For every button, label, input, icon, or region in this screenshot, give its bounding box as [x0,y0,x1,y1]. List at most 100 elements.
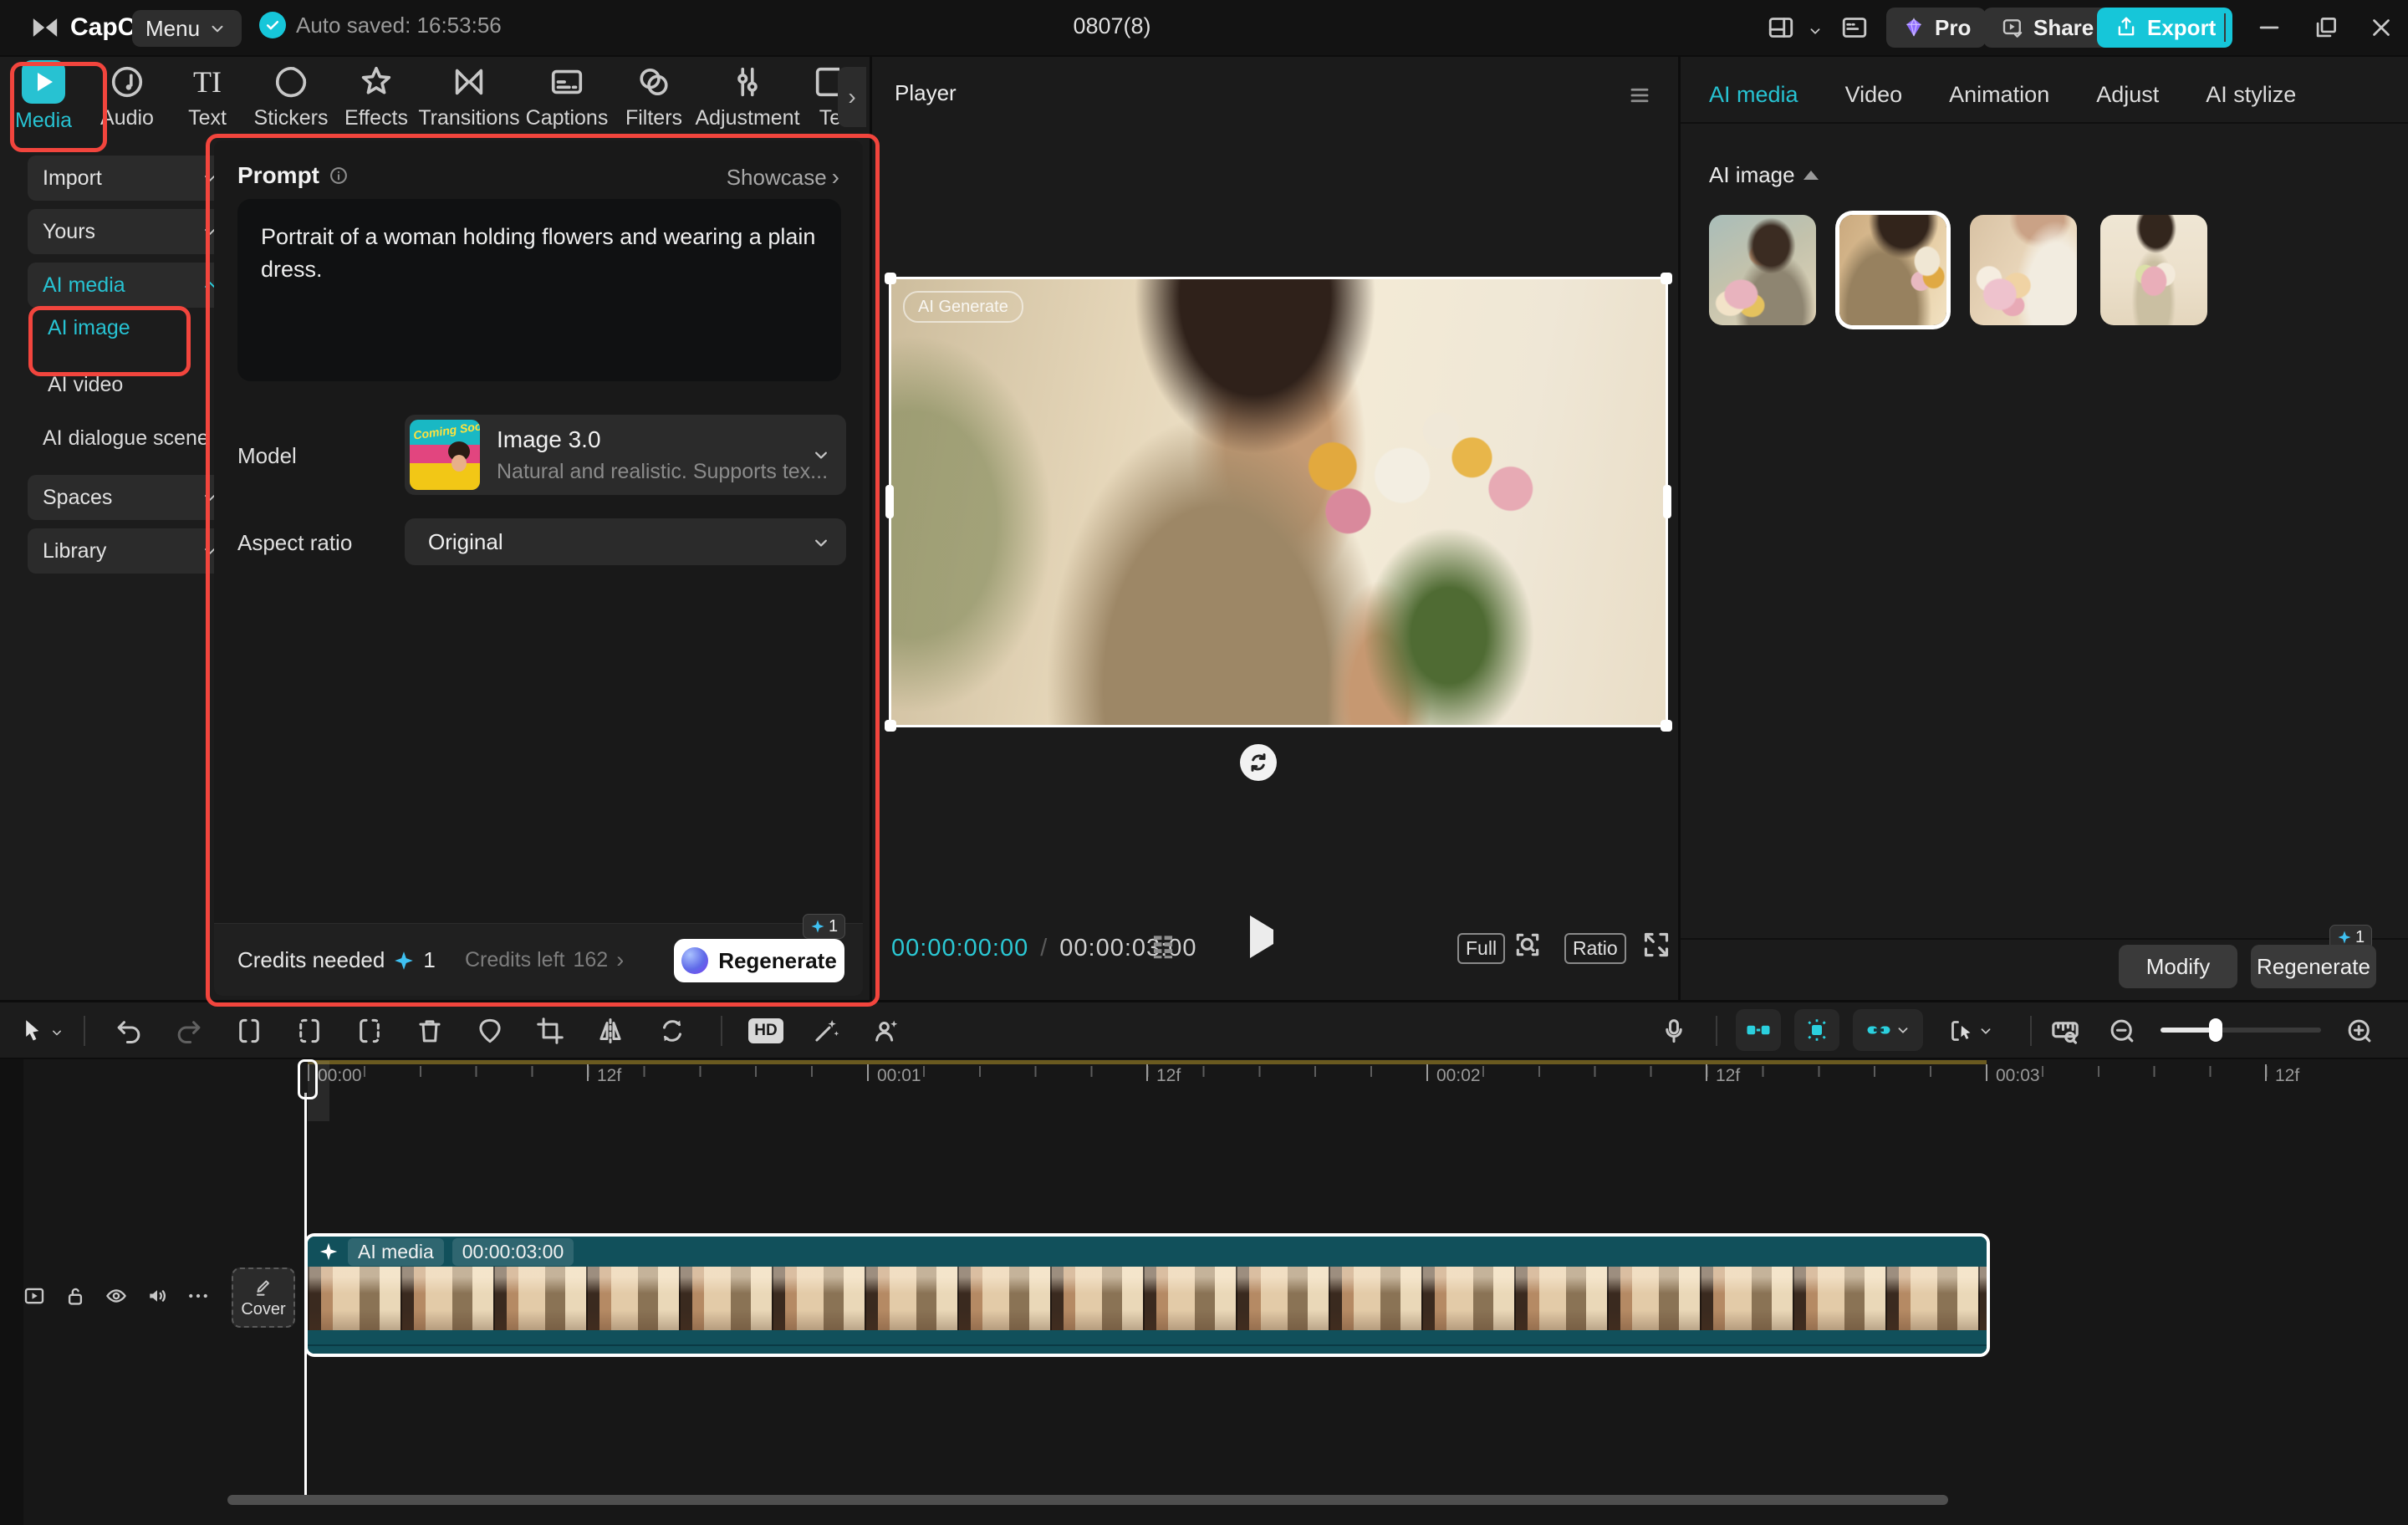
aspect-ratio-dropdown[interactable]: Original [405,518,846,565]
split-button[interactable] [231,1012,268,1049]
undo-button[interactable] [110,1012,147,1049]
timeline-zoom-slider[interactable] [2161,1028,2321,1033]
panel-layout-button[interactable] [1836,9,1873,46]
redo-button[interactable] [171,1012,207,1049]
tab-adjustment[interactable]: Adjustment [694,63,801,130]
chevron-down-icon[interactable] [48,1024,65,1041]
menu-button[interactable]: Menu [132,10,242,47]
sidebar-item-ai-video[interactable]: AI video [48,373,123,397]
eye-icon[interactable] [104,1283,129,1308]
crop-button[interactable] [532,1012,569,1049]
mirror-button[interactable] [592,1012,629,1049]
resize-handle-w[interactable] [885,485,894,518]
tab-stickers[interactable]: Stickers [247,63,334,130]
sidebar-item-ai-dialogue-scene[interactable]: AI dialogue scene [43,426,209,451]
replace-button[interactable] [654,1012,691,1049]
sidebar-item-spaces[interactable]: Spaces [28,475,235,520]
generated-thumbnail-4[interactable] [2100,215,2207,325]
time-separator: / [1040,935,1048,962]
magnetic-snap-toggle[interactable] [1736,1009,1781,1051]
play-button[interactable] [1250,930,1273,945]
generated-thumbnail-3[interactable] [1970,215,2077,325]
timeline-scrollbar[interactable] [227,1495,1948,1505]
credits-left-link[interactable]: Credits left 162 › [465,947,624,973]
resize-handle-e[interactable] [1663,485,1671,518]
delete-button[interactable] [411,1012,448,1049]
tab-ai-media[interactable]: AI media [1709,82,1798,108]
showcase-link[interactable]: Showcase › [727,164,839,191]
preview-axis-toggle[interactable] [1794,1009,1839,1051]
zoom-in-button[interactable] [2341,1012,2378,1049]
resize-handle-ne[interactable] [1661,273,1672,284]
pro-button[interactable]: Pro [1886,8,1986,48]
tabbar-overflow-button[interactable]: › [838,67,866,127]
sidebar-item-ai-image[interactable]: AI image [48,316,130,340]
generated-thumbnail-2-selected[interactable] [1839,215,1946,325]
sidebar-item-yours[interactable]: Yours [28,209,235,254]
tab-media[interactable]: Media [0,60,87,133]
resize-handle-nw[interactable] [885,273,896,284]
regenerate-button[interactable]: Regenerate [674,939,844,982]
player-canvas-image[interactable]: AI Generate [891,279,1666,725]
tab-transitions[interactable]: Transitions [418,63,520,130]
restore-button[interactable] [2308,9,2344,46]
split-right-button[interactable] [351,1012,388,1049]
sidebar-item-library[interactable]: Library [28,528,235,574]
timeline-clip-ai-media[interactable]: AI media 00:00:03:00 [308,1237,1987,1354]
tab-captions[interactable]: Captions [520,63,614,130]
tab-effects[interactable]: Effects [334,63,418,130]
sidebar-item-ai-media[interactable]: AI media [28,263,235,308]
tab-audio[interactable]: Audio [87,63,167,130]
tab-text[interactable]: TI Text [167,63,247,130]
minimize-button[interactable] [2251,9,2288,46]
chevron-down-icon [1894,1021,1912,1039]
split-left-button[interactable] [291,1012,328,1049]
mask-button[interactable] [472,1012,508,1049]
select-tool-button[interactable] [13,1012,50,1049]
full-button[interactable]: Full [1457,933,1505,964]
tab-animation[interactable]: Animation [1949,82,2049,108]
player-menu-icon[interactable] [1625,80,1655,110]
ai-image-section-toggle[interactable]: AI image [1709,162,1819,188]
tab-templates-truncated[interactable]: Te [801,63,839,130]
portrait-enhance-button[interactable] [868,1012,905,1049]
record-voiceover-button[interactable] [1656,1012,1692,1049]
more-options-icon[interactable] [186,1283,211,1308]
ratio-button[interactable]: Ratio [1564,933,1626,964]
hd-button[interactable]: HD [747,1012,784,1049]
lock-icon[interactable] [63,1283,88,1308]
info-icon[interactable] [328,165,349,186]
tab-ai-stylize[interactable]: AI stylize [2206,82,2296,108]
layout-toggle-button[interactable] [1763,9,1799,46]
slider-thumb[interactable] [2209,1018,2222,1042]
sidebar-item-import[interactable]: Import [28,156,235,201]
tab-filters[interactable]: Filters [614,63,694,130]
share-button[interactable]: Share [1983,8,2110,48]
rotate-button[interactable] [1240,744,1277,781]
frame-view-button[interactable] [1145,928,1181,965]
link-toggle[interactable] [1853,1009,1923,1051]
fit-zoom-button[interactable] [1509,926,1546,963]
tab-video[interactable]: Video [1845,82,1903,108]
export-button[interactable]: Export [2097,8,2232,48]
cover-button[interactable]: Cover [232,1267,295,1328]
model-dropdown[interactable]: Coming Soon! Image 3.0 Natural and reali… [405,415,846,495]
modify-button[interactable]: Modify [2119,945,2237,988]
speaker-icon[interactable] [145,1283,170,1308]
chevron-down-icon[interactable] [1806,22,1824,40]
generated-thumbnail-1[interactable] [1709,215,1816,325]
regenerate-button-right[interactable]: Regenerate [2251,945,2376,988]
hd-icon: HD [748,1018,783,1043]
track-select-mode-button[interactable] [1941,1012,2000,1049]
playhead-line[interactable] [304,1093,307,1502]
resize-handle-sw[interactable] [885,720,896,732]
resize-handle-se[interactable] [1661,720,1672,732]
zoom-out-button[interactable] [2104,1012,2140,1049]
close-button[interactable] [2363,9,2400,46]
prompt-textarea[interactable]: Portrait of a woman holding flowers and … [237,199,841,381]
magic-tools-button[interactable] [808,1012,844,1049]
tab-adjust[interactable]: Adjust [2096,82,2159,108]
fullscreen-button[interactable] [1638,926,1675,963]
timeline-fit-button[interactable] [2047,1012,2084,1049]
playhead-handle[interactable] [298,1059,318,1099]
